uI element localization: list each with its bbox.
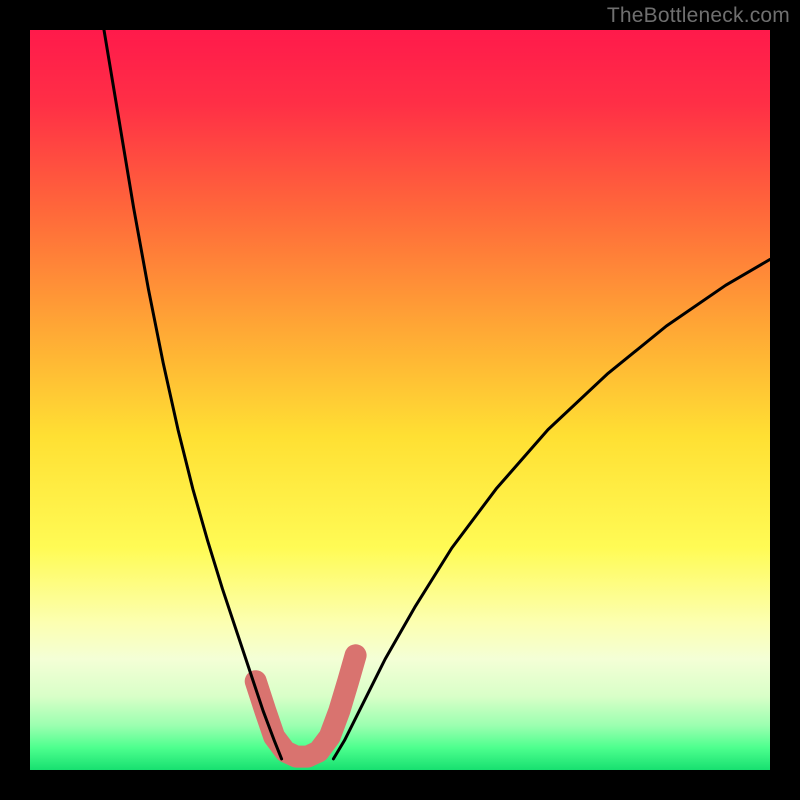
watermark-text: TheBottleneck.com bbox=[607, 4, 790, 28]
chart-frame: TheBottleneck.com bbox=[0, 0, 800, 800]
plot-area bbox=[30, 30, 770, 770]
valley-marker bbox=[256, 655, 356, 756]
curves-layer bbox=[30, 30, 770, 770]
left-curve bbox=[104, 30, 282, 759]
right-curve bbox=[333, 259, 770, 759]
